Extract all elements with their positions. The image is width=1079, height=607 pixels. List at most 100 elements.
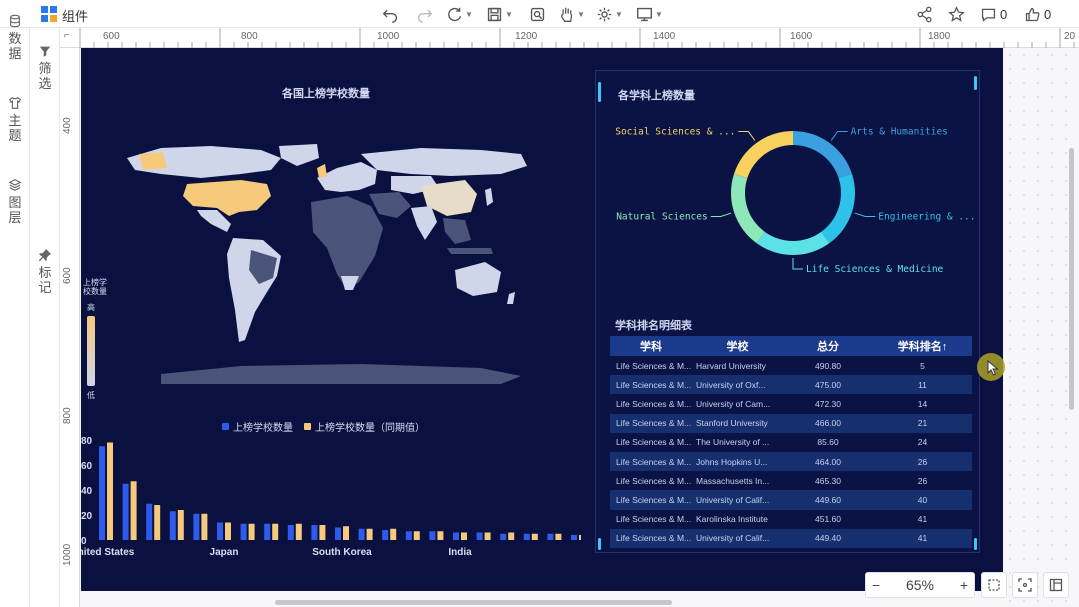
bar[interactable] (358, 528, 365, 540)
tab-data[interactable]: 数据 (0, 14, 30, 61)
bar[interactable] (555, 533, 562, 540)
refresh-icon[interactable]: ▼ (446, 4, 473, 24)
vertical-ruler: 400 600 800 1000 (60, 48, 80, 607)
tab-mark[interactable]: 标记 (30, 248, 60, 295)
donut-slice[interactable] (793, 131, 852, 179)
monitor-icon[interactable]: ▼ (636, 4, 663, 24)
table-row[interactable]: Life Sciences & M... The University of ..… (610, 433, 972, 452)
bar[interactable] (366, 528, 373, 540)
bar[interactable] (571, 535, 577, 540)
fit-screen-button[interactable] (981, 572, 1007, 598)
zoom-value[interactable]: 65% (906, 577, 934, 593)
bar[interactable] (225, 522, 231, 541)
table-row[interactable]: Life Sciences & M... Johns Hopkins U... 46… (610, 451, 972, 472)
donut-slice[interactable] (821, 173, 855, 244)
table-row[interactable]: Life Sciences & M... Stanford University 4… (610, 413, 972, 433)
table-row[interactable]: Life Sciences & M... Massachusetts In... 4… (610, 471, 972, 490)
header-school[interactable]: 学校 (692, 338, 783, 354)
bar[interactable] (146, 503, 153, 540)
donut-slice[interactable] (734, 131, 793, 179)
bar[interactable] (154, 505, 161, 540)
table-row[interactable]: Life Sciences & M... University of Calif.… (610, 490, 972, 510)
bar[interactable] (579, 535, 581, 540)
table-cell: Johns Hopkins U... (696, 456, 768, 467)
bar-chart[interactable]: 0 20 40 60 80 nited States Japan South Korea Ind… (81, 432, 581, 562)
x-tick-label: nited States (81, 547, 135, 558)
save-icon[interactable]: ▼ (486, 4, 513, 24)
preview-icon[interactable] (529, 4, 546, 24)
dashboard-canvas[interactable]: 各国上榜学校数量 上榜学校数量 高 低 上榜学校数量 上榜学校数量（同期值） 0… (81, 48, 1003, 591)
layout-button[interactable] (1043, 572, 1069, 598)
donut-slice[interactable] (731, 173, 765, 244)
shirt-icon (9, 96, 21, 109)
bar[interactable] (217, 522, 223, 541)
bar[interactable] (523, 533, 530, 540)
bar[interactable] (405, 531, 412, 540)
bar[interactable] (547, 533, 554, 540)
undo-icon[interactable] (382, 4, 399, 24)
bar[interactable] (169, 511, 176, 540)
table-row[interactable]: Life Sciences & M... University of Oxf...… (610, 375, 972, 395)
bar[interactable] (382, 530, 389, 540)
bar[interactable] (413, 531, 420, 540)
like-button[interactable]: 0 (1024, 4, 1051, 24)
tab-theme[interactable]: 主题 (0, 96, 30, 143)
table-row[interactable]: Life Sciences & M... Karolinska Institute… (610, 510, 972, 529)
fit-screen-icon (988, 579, 1000, 591)
table-row[interactable]: Life Sciences & M... Harvard University 49… (610, 356, 972, 375)
table-row[interactable]: Life Sciences & M... University of Calif.… (610, 528, 972, 548)
bar[interactable] (429, 531, 436, 540)
bar[interactable] (508, 532, 515, 541)
tab-layers[interactable]: 图层 (0, 178, 30, 225)
redo-icon[interactable] (416, 4, 433, 24)
bar[interactable] (476, 532, 483, 541)
zoom-out-button[interactable]: − (872, 577, 880, 593)
bar[interactable] (264, 523, 271, 540)
bar[interactable] (461, 532, 467, 541)
world-map[interactable] (121, 144, 541, 394)
share-icon[interactable] (916, 4, 933, 24)
table-cell: 464.00 (815, 456, 841, 467)
header-subject[interactable]: 学科 (610, 338, 692, 354)
bar[interactable] (295, 523, 302, 540)
bar[interactable] (193, 513, 200, 540)
canvas-margin (1003, 48, 1079, 607)
bar[interactable] (287, 525, 294, 540)
bar[interactable] (484, 532, 491, 541)
bar[interactable] (531, 533, 538, 540)
bar[interactable] (311, 525, 318, 540)
bar[interactable] (500, 533, 507, 540)
zoom-in-button[interactable]: + (960, 577, 968, 593)
hand-icon[interactable]: ▼ (558, 4, 585, 24)
center-button[interactable] (1012, 572, 1038, 598)
donut-slice[interactable] (756, 231, 830, 255)
donut-chart[interactable]: Arts & Humanities Engineering & ... Life S… (595, 118, 980, 288)
bar[interactable] (319, 525, 326, 540)
header-score[interactable]: 总分 (783, 338, 873, 354)
bar[interactable] (390, 528, 397, 540)
bar[interactable] (122, 483, 129, 540)
tab-filter[interactable]: 筛选 (30, 44, 60, 91)
bar[interactable] (177, 510, 184, 540)
bar[interactable] (437, 531, 444, 540)
table-row[interactable]: Life Sciences & M... University of Cam...… (610, 394, 972, 413)
bar[interactable] (130, 481, 137, 540)
ruler-label: 400 (62, 117, 73, 134)
comment-button[interactable]: 0 (980, 4, 1007, 24)
bar[interactable] (240, 523, 247, 540)
header-rank-sort[interactable]: 学科排名↑ (873, 338, 972, 354)
bar[interactable] (201, 513, 208, 540)
bar[interactable] (453, 532, 459, 541)
map-legend-gradient[interactable] (87, 316, 95, 386)
horizontal-scrollbar[interactable] (275, 600, 672, 605)
bar[interactable] (248, 523, 255, 540)
table-cell: Life Sciences & M... (616, 456, 692, 467)
vertical-scrollbar[interactable] (1069, 148, 1074, 410)
bar[interactable] (99, 446, 105, 540)
star-icon[interactable] (948, 4, 965, 24)
bar[interactable] (107, 442, 113, 541)
bar[interactable] (272, 523, 279, 540)
bar[interactable] (343, 526, 349, 540)
bar[interactable] (335, 527, 341, 541)
gear-icon[interactable]: ▼ (596, 4, 623, 24)
